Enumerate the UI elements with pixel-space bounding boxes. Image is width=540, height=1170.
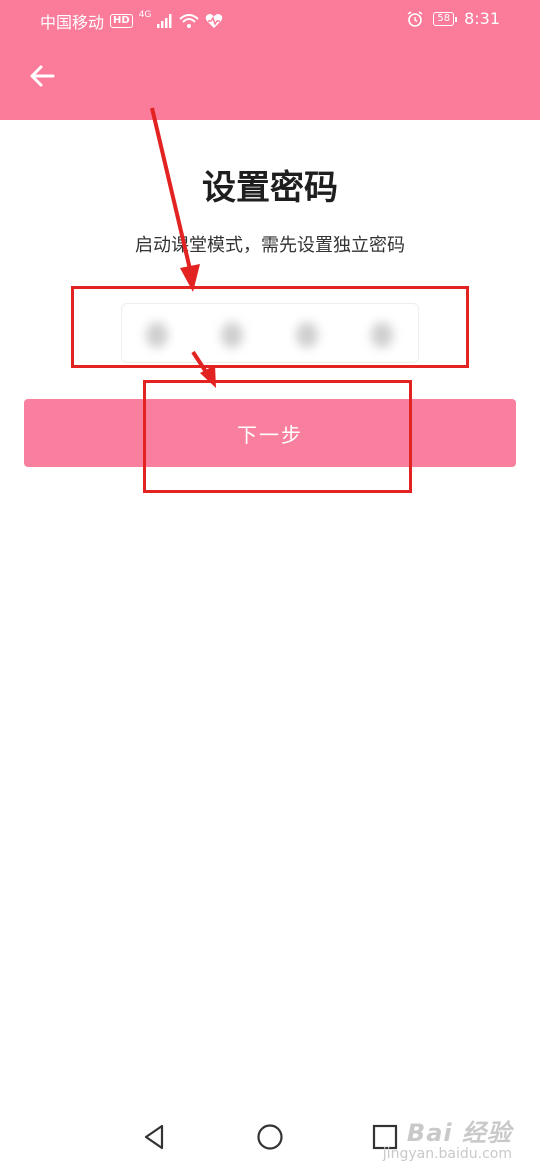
hd-badge: HD	[110, 14, 133, 28]
status-right: 58 8:31	[407, 9, 500, 28]
status-bar: 中国移动 HD 4G 58 8:31	[0, 0, 540, 38]
baidu-jingyan-watermark: Bai 经验 jingyan.baidu.com	[383, 1120, 512, 1162]
annotation-box-password	[71, 286, 469, 368]
page-title: 设置密码	[202, 168, 338, 208]
heart-health-icon	[206, 14, 223, 28]
status-left: 中国移动 HD 4G	[40, 9, 223, 33]
page-subtitle: 启动课堂模式，需先设置独立密码	[135, 235, 405, 256]
alarm-icon	[407, 10, 423, 27]
clock: 8:31	[464, 9, 500, 28]
triangle-back-icon[interactable]	[140, 1122, 170, 1152]
battery-indicator: 58	[433, 11, 457, 26]
wifi-icon	[179, 14, 200, 28]
circle-home-icon[interactable]	[255, 1122, 285, 1152]
arrow-left-icon[interactable]	[28, 62, 56, 90]
watermark-url: jingyan.baidu.com	[382, 1146, 512, 1162]
app-header: 中国移动 HD 4G 58 8:31	[0, 0, 540, 120]
carrier-label: 中国移动	[40, 13, 105, 32]
annotation-box-next	[143, 380, 412, 493]
signal-icon	[157, 14, 172, 28]
watermark-logo-text: Bai 经验	[406, 1119, 512, 1147]
network-type: 4G	[138, 10, 152, 20]
